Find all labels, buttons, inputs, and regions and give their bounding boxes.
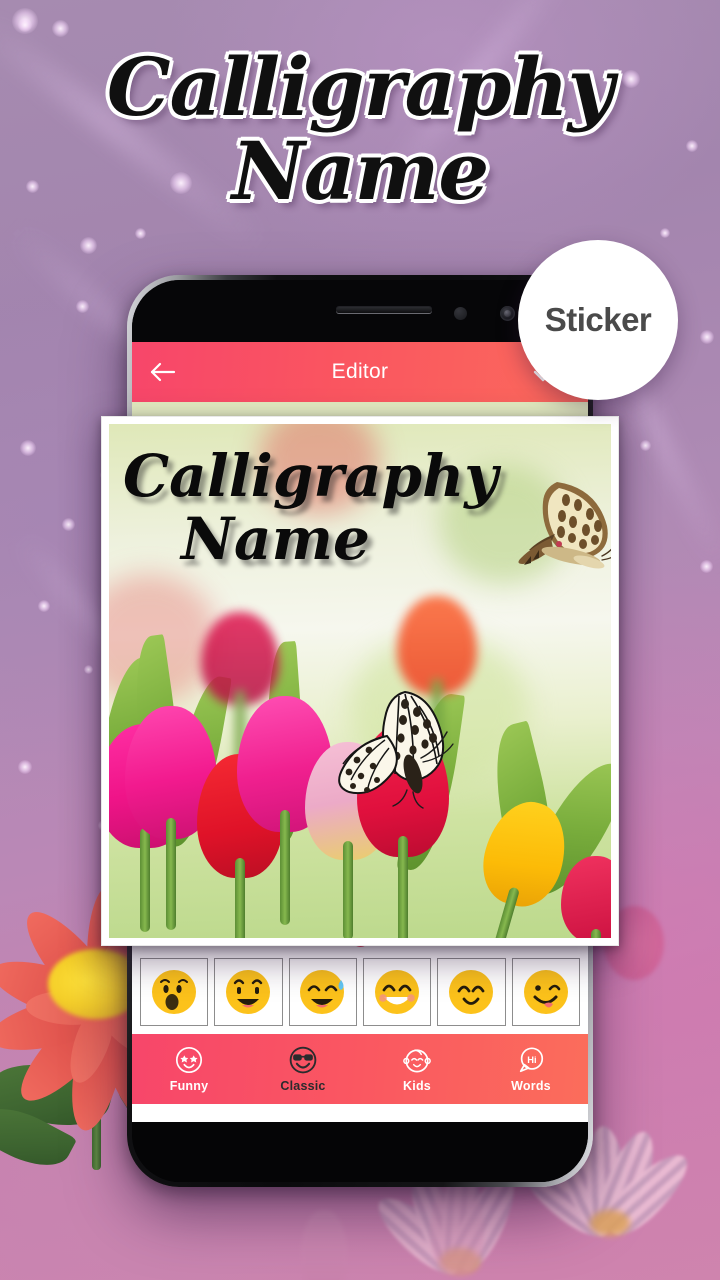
bokeh-dot <box>26 180 39 193</box>
back-arrow-icon <box>150 362 176 382</box>
sticker-item-smiling[interactable] <box>437 958 506 1026</box>
back-button[interactable] <box>132 342 194 402</box>
bokeh-dot <box>700 330 714 344</box>
swallowtail-butterfly-sticker[interactable] <box>439 472 611 592</box>
earpiece-speaker-icon <box>336 307 432 313</box>
tab-label-words: Words <box>511 1079 551 1093</box>
flower-petal <box>61 1003 120 1089</box>
light-streak <box>0 11 270 255</box>
phone-bottom-bezel <box>132 1122 588 1182</box>
bokeh-dot <box>62 518 75 531</box>
bokeh-dot <box>52 20 69 37</box>
sticker-item-tongue-wink[interactable] <box>511 958 580 1026</box>
flower-petal <box>61 1004 133 1136</box>
sweat-smile-face-icon <box>299 970 344 1014</box>
speech-bubble-text: Hi <box>527 1055 536 1065</box>
star-eyes-face-icon <box>175 1046 203 1074</box>
flower-petal <box>25 989 105 1026</box>
sunglasses-face-icon <box>289 1046 317 1074</box>
open-mouth-face-icon <box>152 970 197 1014</box>
bokeh-dot <box>170 172 192 194</box>
sticker-item-sweat-smile[interactable] <box>288 958 357 1026</box>
baby-face-icon <box>403 1049 431 1073</box>
screenshot-stage: Calligraphy Name Editor Funny Classic Ki… <box>0 0 720 1280</box>
preview-card[interactable]: Calligraphy Name <box>101 416 619 946</box>
tulip-stem <box>398 835 408 938</box>
bokeh-dot <box>700 560 713 573</box>
flower-petal <box>0 986 116 1062</box>
flower-stem <box>92 1030 101 1170</box>
grinning-face-icon <box>226 970 271 1014</box>
flower-petal <box>591 1125 665 1237</box>
bokeh-dot <box>38 600 50 612</box>
bokeh-dot <box>18 18 32 32</box>
tulip-stem <box>280 810 290 925</box>
preview-bokeh <box>259 424 379 514</box>
preview-image: Calligraphy Name <box>109 424 611 938</box>
tulip-red <box>561 856 611 938</box>
tab-label-kids: Kids <box>403 1079 431 1093</box>
sticker-category-tabs: Funny Classic Kids Hi Words <box>132 1034 588 1104</box>
page-title-line2: Name <box>231 124 490 218</box>
sticker-item-grinning[interactable] <box>214 958 283 1026</box>
bokeh-dot <box>660 228 670 238</box>
tab-words[interactable]: Hi Words <box>474 1034 588 1104</box>
page-title: Calligraphy Name <box>0 44 720 212</box>
page-title-line1: Calligraphy <box>106 40 614 134</box>
sticker-list[interactable] <box>132 952 588 1034</box>
tulip-stem <box>166 817 176 930</box>
flower-leaf <box>0 1050 116 1140</box>
bokeh-dot <box>20 440 36 456</box>
bokeh-dot <box>640 440 651 451</box>
sticker-badge-label: Sticker <box>544 301 652 338</box>
bokeh-dot <box>12 8 38 34</box>
sticker-item-beaming[interactable] <box>362 958 432 1026</box>
sticker-badge: Sticker <box>518 240 678 400</box>
beaming-face-icon <box>375 970 420 1014</box>
flower-petal <box>7 993 127 1115</box>
speech-bubble-icon: Hi <box>519 1047 544 1073</box>
flower-center <box>440 1248 480 1274</box>
light-streak <box>379 0 581 195</box>
bokeh-dot <box>135 228 146 239</box>
bokeh-dot <box>622 70 640 88</box>
bokeh-dot <box>76 300 89 313</box>
flower-petal <box>367 1185 473 1280</box>
paper-kite-butterfly-sticker[interactable] <box>295 662 495 842</box>
tongue-wink-face-icon <box>523 970 568 1014</box>
tab-kids[interactable]: Kids <box>360 1034 474 1104</box>
bokeh-dot <box>18 760 32 774</box>
tulip-stem <box>343 840 353 938</box>
tab-label-funny: Funny <box>169 1079 209 1093</box>
tulip-bud <box>561 856 611 938</box>
sticker-item-surprised[interactable] <box>140 958 209 1026</box>
app-toolbar: Editor <box>132 342 588 402</box>
proximity-sensor-icon <box>454 307 467 320</box>
bokeh-dot <box>686 140 698 152</box>
tab-label-classic: Classic <box>280 1079 326 1093</box>
bokeh-dot <box>80 237 97 254</box>
flower-leaf <box>0 1094 78 1180</box>
tab-classic[interactable]: Classic <box>246 1034 360 1104</box>
flower-petal <box>596 1143 699 1245</box>
flower-petal <box>0 948 118 1031</box>
background-tulip <box>300 1210 348 1280</box>
tulip-stem <box>591 928 601 938</box>
bokeh-dot <box>84 665 93 674</box>
smiling-face-icon <box>449 970 494 1014</box>
front-camera-icon <box>500 306 515 321</box>
toolbar-title: Editor <box>331 360 389 383</box>
tab-funny[interactable]: Funny <box>132 1034 246 1104</box>
flower-center <box>590 1210 630 1236</box>
background-tulip <box>430 1178 484 1274</box>
